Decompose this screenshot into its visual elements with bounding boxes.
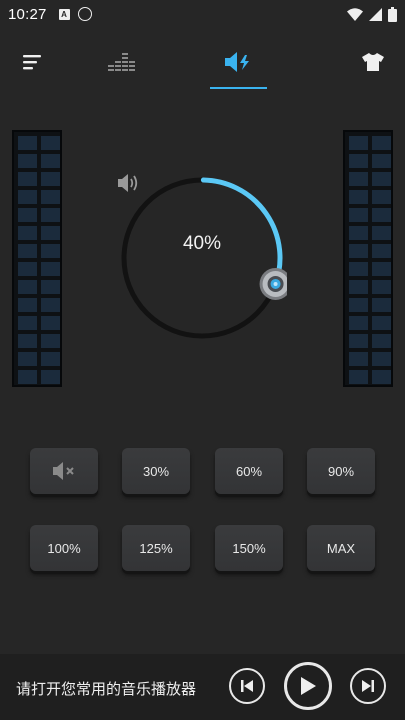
tab-menu[interactable]	[18, 44, 46, 80]
meter-cell	[349, 370, 368, 384]
meter-cell	[18, 244, 37, 258]
meter-cell	[18, 262, 37, 276]
meter-cell	[41, 280, 60, 294]
meter-cell	[41, 136, 60, 150]
notification-a-icon: A	[58, 8, 70, 20]
meter-cell	[41, 208, 60, 222]
meter-cell	[41, 172, 60, 186]
meter-cell	[349, 280, 368, 294]
next-icon	[362, 680, 374, 692]
meter-cell	[349, 154, 368, 168]
meter-cell	[18, 280, 37, 294]
meter-cell	[41, 262, 60, 276]
preset-90-button[interactable]: 90%	[307, 448, 375, 494]
volume-percentage: 40%	[182, 233, 222, 254]
battery-icon	[388, 6, 397, 22]
menu-icon	[23, 55, 41, 70]
play-button[interactable]	[284, 662, 332, 710]
meter-cell	[349, 244, 368, 258]
download-icon	[77, 7, 92, 21]
volume-dial[interactable]: 40%	[117, 173, 287, 343]
meter-cell	[372, 316, 391, 330]
wifi-icon	[347, 7, 363, 21]
meter-cell	[372, 262, 391, 276]
level-meter-left	[12, 130, 62, 387]
top-navigation	[0, 40, 405, 92]
meter-cell	[41, 298, 60, 312]
play-icon	[301, 677, 316, 695]
meter-cell	[349, 298, 368, 312]
mute-icon	[53, 462, 74, 480]
meter-cell	[18, 352, 37, 366]
preset-125-button[interactable]: 125%	[122, 525, 190, 571]
player-prompt: 请打开您常用的音乐播放器	[16, 681, 197, 698]
meter-cell	[372, 334, 391, 348]
meter-cell	[372, 298, 391, 312]
meter-cell	[41, 370, 60, 384]
meter-cell	[372, 370, 391, 384]
preset-30-button[interactable]: 30%	[122, 448, 190, 494]
meter-cell	[372, 136, 391, 150]
skin-icon	[362, 53, 384, 71]
status-bar: 10:27 A	[0, 0, 405, 28]
preset-60-button[interactable]: 60%	[215, 448, 283, 494]
meter-cell	[18, 154, 37, 168]
meter-cell	[41, 154, 60, 168]
meter-cell	[349, 262, 368, 276]
meter-cell	[372, 208, 391, 222]
meter-cell	[372, 190, 391, 204]
music-player-bar: 请打开您常用的音乐播放器	[0, 654, 405, 720]
meter-cell	[349, 208, 368, 222]
meter-cell	[349, 136, 368, 150]
preset-max-button[interactable]: MAX	[307, 525, 375, 571]
tab-skin[interactable]	[358, 44, 388, 80]
meter-cell	[41, 190, 60, 204]
next-button[interactable]	[350, 668, 386, 704]
meter-cell	[372, 154, 391, 168]
meter-cell	[41, 244, 60, 258]
meter-cell	[349, 226, 368, 240]
preset-150-button[interactable]: 150%	[215, 525, 283, 571]
preset-100-button[interactable]: 100%	[30, 525, 98, 571]
meter-cell	[349, 352, 368, 366]
level-meter-right	[343, 130, 393, 387]
meter-cell	[349, 334, 368, 348]
meter-cell	[41, 226, 60, 240]
meter-cell	[372, 280, 391, 294]
mute-button[interactable]	[30, 448, 98, 494]
meter-cell	[18, 172, 37, 186]
tab-equalizer[interactable]	[104, 44, 140, 80]
dial-progress-arc	[200, 177, 283, 287]
meter-cell	[41, 352, 60, 366]
volume-boost-icon	[225, 52, 249, 72]
meter-cell	[349, 316, 368, 330]
meter-cell	[349, 190, 368, 204]
signal-icon	[369, 7, 382, 21]
meter-cell	[18, 226, 37, 240]
meter-cell	[18, 190, 37, 204]
meter-cell	[18, 370, 37, 384]
previous-button[interactable]	[229, 668, 265, 704]
meter-cell	[41, 316, 60, 330]
meter-cell	[18, 136, 37, 150]
tab-volume-boost[interactable]	[214, 44, 264, 80]
meter-cell	[18, 334, 37, 348]
meter-cell	[372, 352, 391, 366]
meter-cell	[18, 298, 37, 312]
meter-cell	[349, 172, 368, 186]
equalizer-icon	[108, 53, 135, 71]
dial-knob[interactable]	[259, 267, 287, 300]
meter-cell	[372, 172, 391, 186]
meter-cell	[372, 226, 391, 240]
meter-cell	[18, 208, 37, 222]
meter-cell	[18, 316, 37, 330]
meter-cell	[41, 334, 60, 348]
previous-icon	[241, 680, 253, 692]
active-tab-indicator	[210, 87, 267, 89]
meter-cell	[372, 244, 391, 258]
speaker-icon	[118, 174, 138, 192]
status-time: 10:27	[8, 5, 47, 23]
